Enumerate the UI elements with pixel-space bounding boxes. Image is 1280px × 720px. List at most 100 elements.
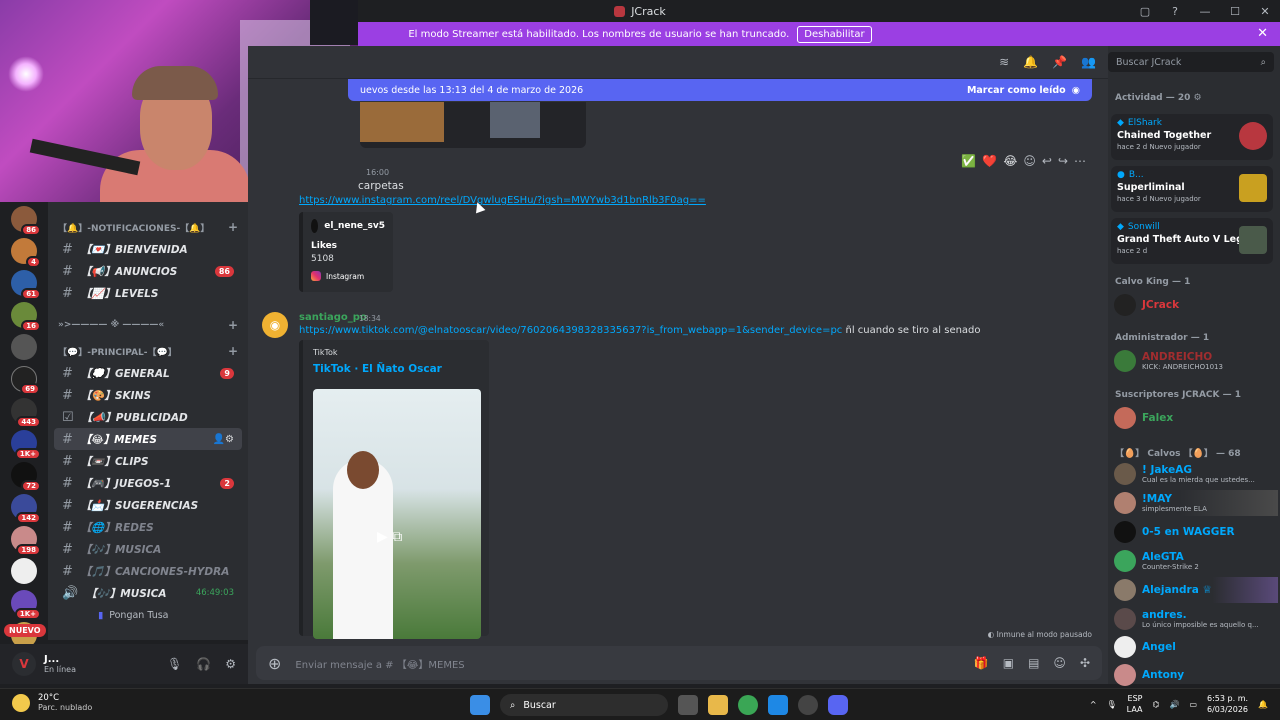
message-author[interactable]: santiago_po (299, 312, 367, 323)
previous-image-attachment[interactable] (360, 102, 586, 148)
channel-sugerencias[interactable]: # 【📩】SUGERENCIAS (54, 494, 242, 516)
server-icon[interactable]: 61 (11, 270, 41, 300)
invite-settings-icon[interactable]: 👤⚙ (213, 434, 234, 445)
bell-icon[interactable]: 🔔 (1023, 55, 1038, 69)
member-item[interactable]: Falex (1114, 405, 1278, 431)
help-icon[interactable]: ? (1160, 0, 1190, 22)
video-thumbnail[interactable]: ▶ ⧉ (313, 389, 481, 639)
member-item[interactable]: 0-5 en WAGGER (1114, 519, 1278, 545)
member-item[interactable]: andres. Lo único imposible es aquello q..… (1114, 606, 1278, 632)
avatar[interactable]: V (12, 652, 36, 676)
server-icon[interactable]: 86 (11, 206, 41, 236)
voice-user[interactable]: ▮ Pongan Tusa (98, 604, 248, 626)
channel-memes[interactable]: # 【😂】MEMES 👤⚙ (54, 428, 242, 450)
channel-canciones-hydra[interactable]: # 【🎵】CANCIONES-HYDRA (54, 560, 242, 582)
channel-levels[interactable]: # 【📈】LEVELS (54, 282, 242, 304)
play-icon[interactable]: ▶ ⧉ (377, 529, 402, 545)
gift-icon[interactable]: 🎁 (974, 656, 989, 670)
mark-read-button[interactable]: Marcar como leído ◉ (967, 85, 1080, 96)
server-icon[interactable] (11, 558, 37, 584)
add-channel-icon[interactable]: + (228, 318, 238, 332)
add-channel-icon[interactable]: + (228, 344, 238, 358)
battery-icon[interactable]: ▭ (1189, 700, 1197, 709)
emoji-icon[interactable]: ☺ (1053, 656, 1066, 670)
add-channel-icon[interactable]: + (228, 220, 238, 234)
activity-card[interactable]: ◆ ElShark Chained Together hace 2 d Nuev… (1111, 114, 1273, 160)
message-composer[interactable]: ⊕ Enviar mensaje a # 【😂】MEMES 🎁 ▣ ▤ ☺ ✣ (256, 646, 1102, 680)
forward-icon[interactable]: ↪ (1058, 154, 1068, 168)
server-icon[interactable]: 443 (11, 398, 41, 428)
search-input[interactable]: Buscar JCrack ⌕ (1108, 52, 1274, 72)
reply-icon[interactable]: ↩ (1042, 154, 1052, 168)
embed-author[interactable]: el_nene_sv5 (324, 221, 385, 231)
message-link[interactable]: https://www.instagram.com/reel/DVgwlugES… (299, 195, 706, 206)
new-messages-bar[interactable]: uevos desde las 13:13 del 4 de marzo de … (348, 79, 1092, 101)
inbox-icon[interactable]: ▢ (1130, 0, 1160, 22)
member-item[interactable]: Antony (1114, 662, 1278, 688)
member-item[interactable]: ANDREICHO KICK: ANDREICHO1013 (1114, 348, 1278, 374)
activity-card[interactable]: ● B... Superliminal hace 3 d Nuevo jugad… (1111, 166, 1273, 212)
members-icon[interactable]: 👥 (1081, 55, 1096, 69)
gif-icon[interactable]: ▣ (1003, 656, 1014, 670)
server-icon[interactable]: 72 (11, 462, 41, 492)
notification-icon[interactable]: 🔔 (1258, 700, 1268, 709)
message-link[interactable]: https://www.tiktok.com/@elnatooscar/vide… (299, 325, 842, 336)
app-icon[interactable] (798, 695, 818, 715)
member-item[interactable]: Angel (1114, 634, 1278, 660)
microphone-icon[interactable]: 🎙 (167, 657, 182, 671)
channel-anuncios[interactable]: # 【📢】ANUNCIOS 86 (54, 260, 242, 282)
avatar[interactable]: ◉ (262, 312, 288, 338)
headphones-icon[interactable]: 🎧 (196, 657, 211, 671)
chrome-icon[interactable] (738, 695, 758, 715)
weather-widget[interactable]: 20°C Parc. nublado (12, 693, 92, 712)
mail-icon[interactable] (768, 695, 788, 715)
windows-start-icon[interactable] (470, 695, 490, 715)
activity-header[interactable]: Actividad — 20 ⚙ (1115, 93, 1202, 103)
server-icon[interactable]: 198 (11, 526, 41, 556)
member-item[interactable]: AleGTA Counter-Strike 2 (1114, 548, 1278, 574)
server-icon[interactable]: 1K+ (11, 590, 41, 620)
reaction-check-icon[interactable]: ✅ (961, 154, 976, 168)
pin-icon[interactable]: 📌 (1052, 55, 1067, 69)
embed-title[interactable]: TikTok · El Ñato Oscar (313, 363, 479, 375)
voice-channel-musica[interactable]: 🔊 【🎶】MUSICA 46:49:03 (54, 582, 242, 604)
new-badge[interactable]: NUEVO (4, 624, 46, 637)
channel-publicidad[interactable]: ☑ 【📣】PUBLICIDAD (54, 406, 242, 428)
server-icon[interactable]: 142 (11, 494, 41, 524)
minimize-button[interactable]: — (1190, 0, 1220, 22)
chevron-up-icon[interactable]: ^ (1090, 700, 1097, 709)
channel-skins[interactable]: # 【🎨】SKINS (54, 384, 242, 406)
server-icon[interactable]: 69 (11, 366, 40, 395)
activity-card[interactable]: ◆ Sonwill Grand Theft Auto V Legacy hace… (1111, 218, 1273, 264)
apps-icon[interactable]: ✣ (1080, 656, 1090, 670)
channel-bienvenida[interactable]: # 【💌】BIENVENIDA (54, 238, 242, 260)
sticker-icon[interactable]: ▤ (1028, 656, 1039, 670)
network-icon[interactable]: ⌬ (1152, 700, 1159, 709)
threads-icon[interactable]: ≋ (999, 55, 1009, 69)
channel-musica[interactable]: # 【🎶】MUSICA (54, 538, 242, 560)
member-item[interactable]: JCrack (1114, 292, 1278, 318)
server-icon[interactable]: 16 (11, 302, 41, 332)
add-reaction-icon[interactable]: ☺ (1023, 154, 1036, 168)
server-icon[interactable] (11, 334, 37, 360)
channel-redes[interactable]: # 【🌐】REDES (54, 516, 242, 538)
channel-juegos-1[interactable]: # 【🎮】JUEGOS-1 2 (54, 472, 242, 494)
category-principal[interactable]: 【💬】-PRINCIPAL-【💬】 + (48, 340, 248, 362)
reaction-heart-icon[interactable]: ❤️ (982, 154, 997, 168)
language-code[interactable]: ESP (1127, 693, 1143, 704)
task-view-icon[interactable] (678, 695, 698, 715)
close-button[interactable]: ✕ (1250, 0, 1280, 22)
disable-streamer-button[interactable]: Deshabilitar (797, 25, 872, 43)
file-explorer-icon[interactable] (708, 695, 728, 715)
member-item[interactable]: Alejandra ♕ (1114, 577, 1278, 603)
discord-icon[interactable] (828, 695, 848, 715)
add-attachment-icon[interactable]: ⊕ (268, 654, 281, 673)
taskbar-search[interactable]: ⌕ Buscar (500, 694, 668, 716)
category-separator[interactable]: »>———— ※ ————« + (48, 314, 248, 336)
server-icon[interactable]: 4 (11, 238, 41, 268)
more-icon[interactable]: ⋯ (1074, 154, 1086, 168)
gear-icon[interactable]: ⚙ (225, 657, 236, 671)
message-input[interactable]: Enviar mensaje a # 【😂】MEMES (295, 656, 464, 671)
channel-clips[interactable]: # 【📼】CLIPS (54, 450, 242, 472)
member-item[interactable]: !MAY simplesmente ELA (1114, 490, 1278, 516)
